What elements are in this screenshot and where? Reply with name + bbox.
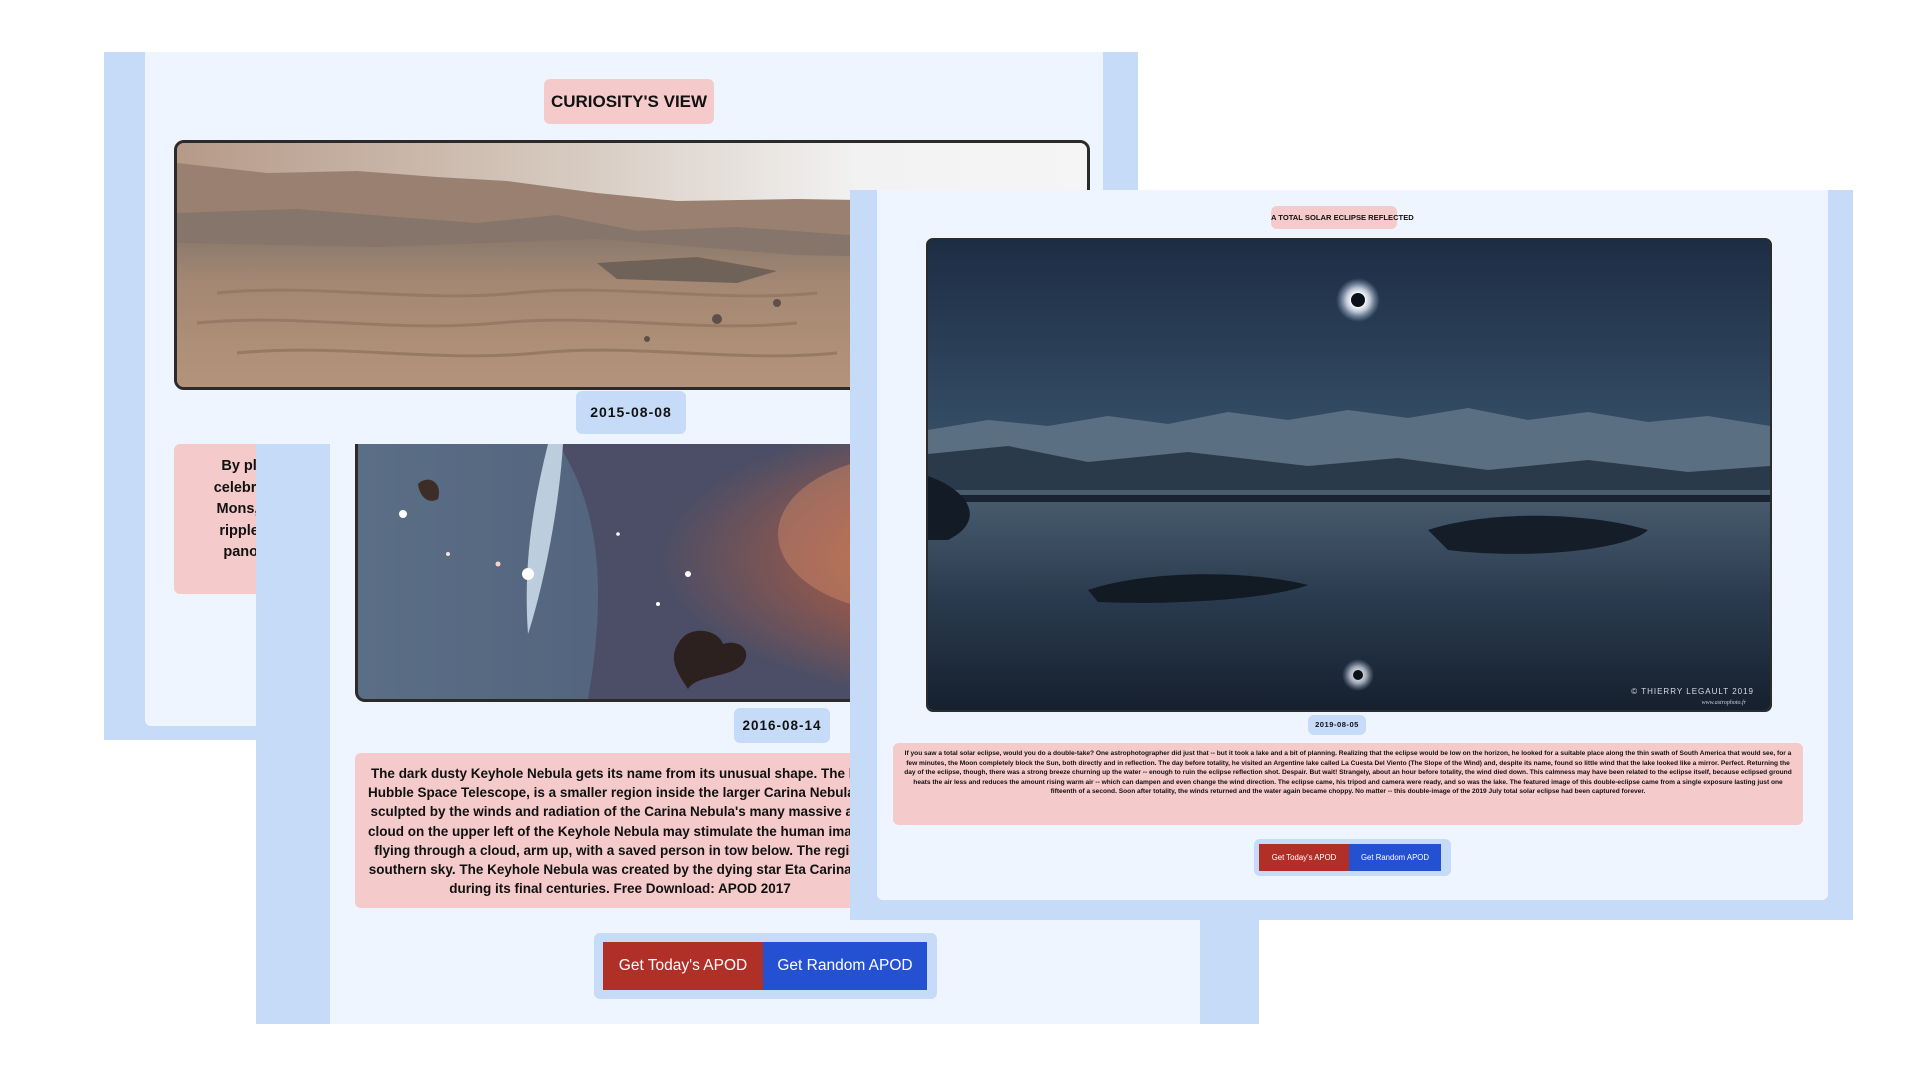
- description-line: southern sky. The Keyhole Nebula was cre…: [368, 862, 872, 878]
- get-today-apod-button[interactable]: Get Today's APOD: [1259, 844, 1349, 871]
- apod-title: CURIOSITY'S VIEW: [544, 79, 714, 124]
- description-line: Hubble Space Telescope, is a smaller reg…: [368, 785, 872, 801]
- button-bar: Get Today's APOD Get Random APOD: [1254, 839, 1451, 876]
- apod-title: A TOTAL SOLAR ECLIPSE REFLECTED: [1271, 206, 1414, 229]
- description-line: cloud on the upper left of the Keyhole N…: [367, 823, 873, 839]
- get-random-apod-button[interactable]: Get Random APOD: [763, 942, 927, 990]
- apod-panel: A TOTAL SOLAR ECLIPSE REFLECTED © THIERR…: [877, 190, 1828, 900]
- watermark-site: www.astrophoto.fr: [1702, 699, 1747, 706]
- description-line: sculpted by the winds and radiation of t…: [370, 804, 870, 820]
- description-line: during its final centuries. Free Downloa…: [449, 881, 791, 897]
- description-line: The dark dusty Keyhole Nebula gets its n…: [370, 766, 870, 781]
- get-random-apod-button[interactable]: Get Random APOD: [1349, 844, 1441, 871]
- watermark-text: © THIERRY LEGAULT 2019: [1631, 687, 1754, 696]
- apod-date: 2015-08-08: [576, 391, 686, 434]
- description-line: flying through a cloud, arm up, with a s…: [374, 842, 866, 858]
- screenshot-eclipse: A TOTAL SOLAR ECLIPSE REFLECTED © THIERR…: [850, 190, 1853, 920]
- apod-image: © THIERRY LEGAULT 2019 www.astrophoto.fr: [926, 238, 1772, 712]
- button-bar: Get Today's APOD Get Random APOD: [594, 933, 937, 999]
- apod-date: 2019-08-05: [1308, 715, 1366, 735]
- get-today-apod-button[interactable]: Get Today's APOD: [603, 942, 763, 990]
- apod-date: 2016-08-14: [734, 708, 830, 743]
- apod-description: If you saw a total solar eclipse, would …: [893, 743, 1803, 825]
- eclipse-lake-image: © THIERRY LEGAULT 2019 www.astrophoto.fr: [928, 240, 1770, 710]
